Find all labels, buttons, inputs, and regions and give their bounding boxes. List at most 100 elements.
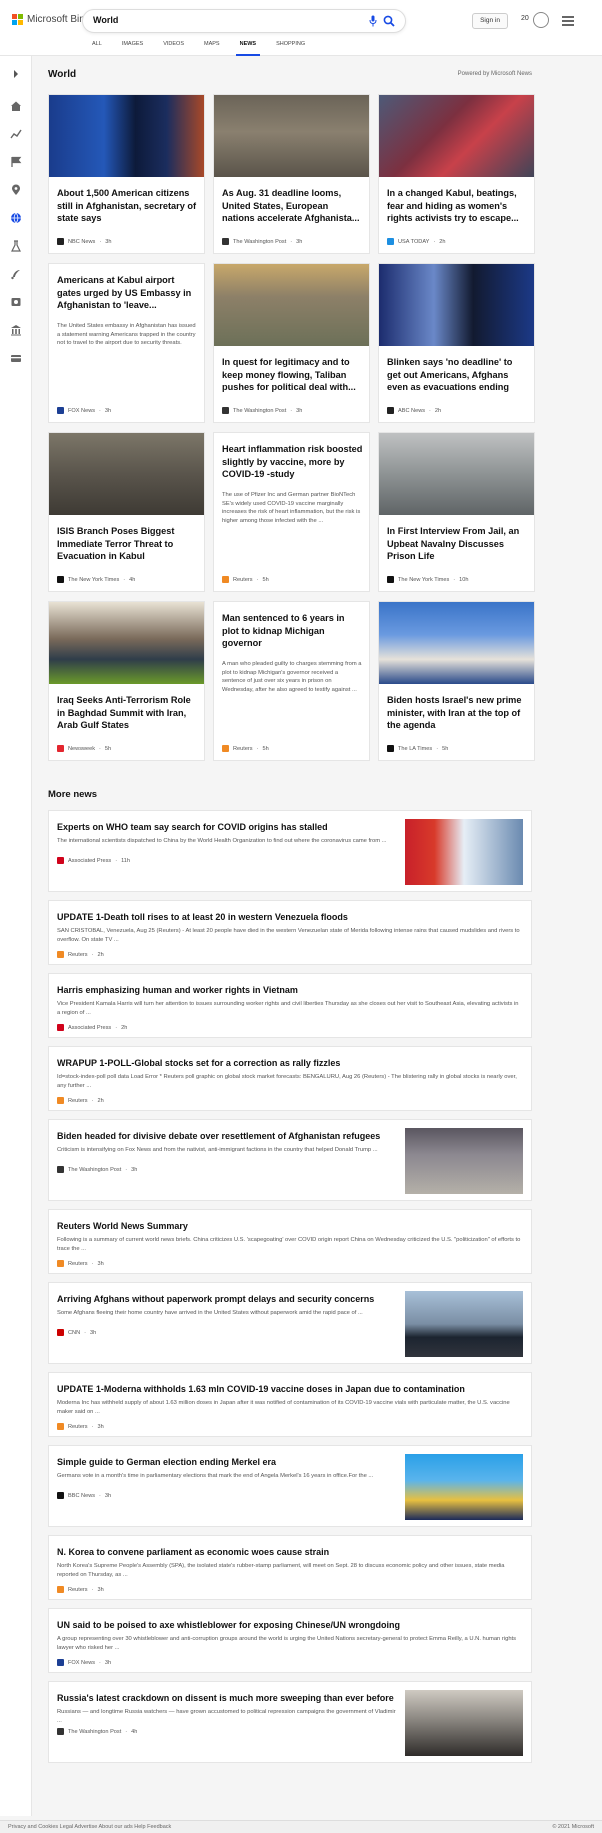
news-card-image[interactable]: [49, 433, 204, 515]
more-news-title-link[interactable]: Arriving Afghans without paperwork promp…: [57, 1293, 401, 1305]
news-card[interactable]: As Aug. 31 deadline looms, United States…: [213, 94, 370, 254]
news-card-title[interactable]: About 1,500 American citizens still in A…: [57, 187, 198, 225]
more-news-item[interactable]: Simple guide to German election ending M…: [48, 1445, 532, 1527]
more-news-item[interactable]: Russia's latest crackdown on dissent is …: [48, 1681, 532, 1763]
news-card[interactable]: Americans at Kabul airport gates urged b…: [48, 263, 205, 423]
news-source[interactable]: The Washington Post · 3h: [222, 238, 302, 245]
more-news-item[interactable]: Arriving Afghans without paperwork promp…: [48, 1282, 532, 1364]
more-news-title-link[interactable]: Simple guide to German election ending M…: [57, 1456, 401, 1468]
trending-icon[interactable]: [10, 128, 22, 140]
microphone-icon[interactable]: [369, 15, 377, 27]
news-card-title[interactable]: Biden hosts Israel's new prime minister,…: [387, 694, 528, 732]
news-card[interactable]: Blinken says 'no deadline' to get out Am…: [378, 263, 535, 423]
news-source[interactable]: ABC News · 2h: [387, 407, 441, 414]
news-card[interactable]: In First Interview From Jail, an Upbeat …: [378, 432, 535, 592]
news-card-image[interactable]: [379, 264, 534, 346]
more-news-item[interactable]: Reuters World News Summary Following is a…: [48, 1209, 532, 1274]
more-news-item[interactable]: UPDATE 1-Moderna withholds 1.63 mln COVI…: [48, 1372, 532, 1437]
bing-logo[interactable]: Microsoft Bing: [12, 14, 90, 25]
more-news-title-link[interactable]: WRAPUP 1-POLL-Global stocks set for a co…: [57, 1057, 523, 1069]
news-card-image[interactable]: [379, 602, 534, 684]
news-card-image[interactable]: [379, 433, 534, 515]
more-news-item[interactable]: Harris emphasizing human and worker righ…: [48, 973, 532, 1038]
news-source[interactable]: Newsweek · 5h: [57, 745, 111, 752]
more-news-thumbnail[interactable]: [405, 1690, 523, 1756]
rewards-points[interactable]: 20: [521, 15, 529, 22]
tab-images[interactable]: IMAGES: [112, 38, 153, 56]
news-source[interactable]: Reuters · 2h: [57, 951, 104, 958]
money-card-icon[interactable]: [10, 352, 22, 364]
flag-icon[interactable]: [10, 156, 22, 168]
news-source[interactable]: BBC News · 3h: [57, 1492, 111, 1499]
more-news-title-link[interactable]: UN said to be poised to axe whistleblowe…: [57, 1619, 523, 1631]
more-news-thumbnail[interactable]: [405, 1291, 523, 1357]
news-source[interactable]: The Washington Post · 3h: [57, 1166, 137, 1173]
news-source[interactable]: Reuters · 3h: [57, 1423, 104, 1430]
more-news-title-link[interactable]: UPDATE 1-Death toll rises to at least 20…: [57, 911, 523, 923]
more-news-title-link[interactable]: Russia's latest crackdown on dissent is …: [57, 1692, 401, 1704]
more-news-item[interactable]: UN said to be poised to axe whistleblowe…: [48, 1608, 532, 1673]
more-news-title-link[interactable]: Biden headed for divisive debate over re…: [57, 1130, 401, 1142]
sign-in-button[interactable]: Sign in: [472, 13, 508, 29]
news-source[interactable]: The Washington Post · 3h: [222, 407, 302, 414]
more-news-item[interactable]: WRAPUP 1-POLL-Global stocks set for a co…: [48, 1046, 532, 1111]
home-icon[interactable]: [10, 100, 22, 112]
news-card-title[interactable]: Heart inflammation risk boosted slightly…: [222, 443, 363, 481]
news-card-title[interactable]: In First Interview From Jail, an Upbeat …: [387, 525, 528, 563]
more-news-thumbnail[interactable]: [405, 1128, 523, 1194]
tab-shopping[interactable]: SHOPPING: [266, 38, 315, 56]
news-card-image[interactable]: [379, 95, 534, 177]
news-source[interactable]: CNN · 3h: [57, 1329, 96, 1336]
news-source[interactable]: Associated Press · 11h: [57, 857, 130, 864]
news-card-image[interactable]: [49, 95, 204, 177]
news-card-title[interactable]: As Aug. 31 deadline looms, United States…: [222, 187, 363, 225]
news-source[interactable]: Reuters · 3h: [57, 1260, 104, 1267]
news-card-title[interactable]: Man sentenced to 6 years in plot to kidn…: [222, 612, 363, 650]
news-source[interactable]: The LA Times · 5h: [387, 745, 448, 752]
politics-building-icon[interactable]: [10, 324, 22, 336]
news-source[interactable]: Reuters · 2h: [57, 1097, 104, 1104]
news-card[interactable]: Man sentenced to 6 years in plot to kidn…: [213, 601, 370, 761]
rewards-icon[interactable]: [533, 12, 549, 28]
tab-news[interactable]: NEWS: [230, 38, 267, 56]
news-source[interactable]: Associated Press · 2h: [57, 1024, 127, 1031]
news-card-image[interactable]: [214, 95, 369, 177]
news-card[interactable]: In a changed Kabul, beatings, fear and h…: [378, 94, 535, 254]
news-source[interactable]: FOX News · 3h: [57, 1659, 111, 1666]
news-card-title[interactable]: ISIS Branch Poses Biggest Immediate Terr…: [57, 525, 198, 563]
tab-videos[interactable]: VIDEOS: [153, 38, 194, 56]
news-card[interactable]: ISIS Branch Poses Biggest Immediate Terr…: [48, 432, 205, 592]
news-card-title[interactable]: In a changed Kabul, beatings, fear and h…: [387, 187, 528, 225]
news-source[interactable]: NBC News · 3h: [57, 238, 111, 245]
more-news-title-link[interactable]: UPDATE 1-Moderna withholds 1.63 mln COVI…: [57, 1383, 523, 1395]
location-pin-icon[interactable]: [10, 184, 22, 196]
news-card[interactable]: About 1,500 American citizens still in A…: [48, 94, 205, 254]
search-input[interactable]: World: [93, 15, 118, 25]
news-source[interactable]: The New York Times · 10h: [387, 576, 469, 583]
news-source[interactable]: Reuters · 5h: [222, 745, 269, 752]
more-news-item[interactable]: Experts on WHO team say search for COVID…: [48, 810, 532, 892]
news-source[interactable]: USA TODAY · 2h: [387, 238, 446, 245]
news-source[interactable]: Reuters · 3h: [57, 1586, 104, 1593]
news-card-image[interactable]: [49, 602, 204, 684]
entertainment-icon[interactable]: [10, 296, 22, 308]
expand-chevron-icon[interactable]: [10, 68, 22, 80]
news-source[interactable]: FOX News · 3h: [57, 407, 111, 414]
search-icon[interactable]: [383, 15, 395, 27]
rocket-icon[interactable]: [10, 268, 22, 280]
more-news-item[interactable]: N. Korea to convene parliament as econom…: [48, 1535, 532, 1600]
news-card[interactable]: Biden hosts Israel's new prime minister,…: [378, 601, 535, 761]
more-news-title-link[interactable]: Harris emphasizing human and worker righ…: [57, 984, 523, 996]
news-source[interactable]: The Washington Post · 4h: [57, 1728, 137, 1735]
more-news-item[interactable]: UPDATE 1-Death toll rises to at least 20…: [48, 900, 532, 965]
news-card-title[interactable]: Americans at Kabul airport gates urged b…: [57, 274, 198, 312]
more-news-title-link[interactable]: Reuters World News Summary: [57, 1220, 523, 1232]
section-title[interactable]: World: [48, 69, 76, 80]
more-news-thumbnail[interactable]: [405, 1454, 523, 1520]
science-icon[interactable]: [10, 240, 22, 252]
search-box[interactable]: World: [82, 9, 406, 33]
footer-links[interactable]: Privacy and Cookies Legal Advertise Abou…: [8, 1824, 171, 1830]
tab-all[interactable]: ALL: [82, 38, 112, 56]
news-card-title[interactable]: In quest for legitimacy and to keep mone…: [222, 356, 363, 394]
news-source[interactable]: Reuters · 5h: [222, 576, 269, 583]
